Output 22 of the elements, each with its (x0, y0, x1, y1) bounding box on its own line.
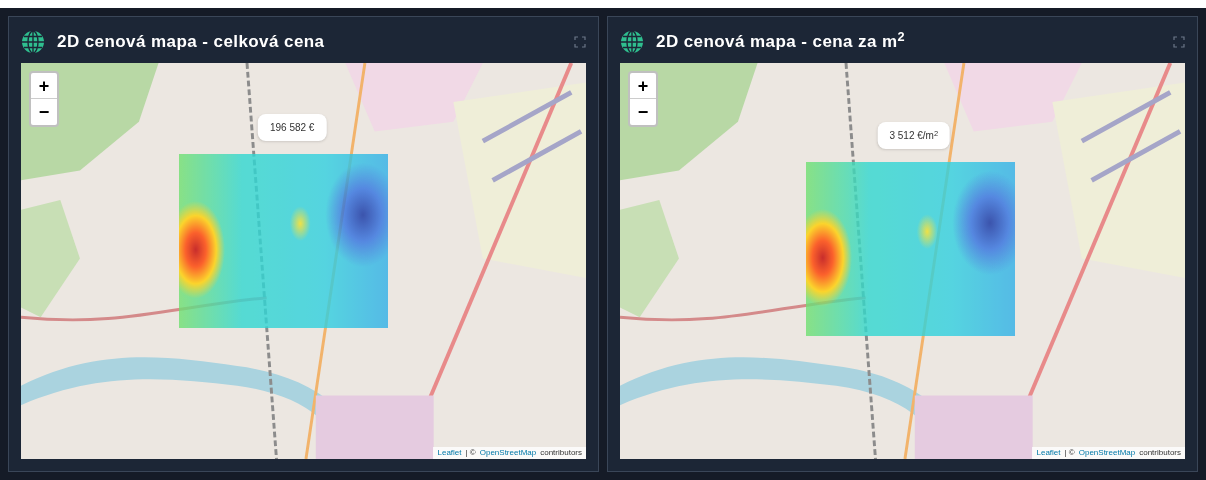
panel-title: 2D cenová mapa - celková cena (57, 31, 325, 54)
attribution-separator: | © (1064, 447, 1075, 459)
fullscreen-icon[interactable] (1173, 36, 1185, 48)
zoom-in-button[interactable]: + (31, 73, 57, 99)
value-tooltip: 196 582 € (257, 114, 327, 142)
value-tooltip: 3 512 €/m$^{2}$ (877, 122, 951, 150)
map-view[interactable]: + − 3 512 €/m$^{2}$ Leaflet | © OpenStreetMap contributors (620, 63, 1185, 459)
map-view[interactable]: + − 196 582 € Leaflet | © OpenStreetMap contributors (21, 63, 586, 459)
attribution-text: contributors (540, 447, 582, 459)
globe-icon (21, 30, 45, 54)
leaflet-link[interactable]: Leaflet (437, 447, 462, 459)
zoom-in-button[interactable]: + (630, 73, 656, 99)
zoom-out-button[interactable]: − (31, 99, 57, 125)
attribution-text: contributors (1139, 447, 1181, 459)
leaflet-link[interactable]: Leaflet (1036, 447, 1061, 459)
attribution-separator: | © (465, 447, 476, 459)
openstreetmap-link[interactable]: OpenStreetMap (1078, 447, 1136, 459)
zoom-out-button[interactable]: − (630, 99, 656, 125)
openstreetmap-link[interactable]: OpenStreetMap (479, 447, 537, 459)
panel-title: 2D cenová mapa - cena za m$^{2}$ (656, 29, 906, 54)
globe-icon (620, 30, 644, 54)
fullscreen-icon[interactable] (574, 36, 586, 48)
